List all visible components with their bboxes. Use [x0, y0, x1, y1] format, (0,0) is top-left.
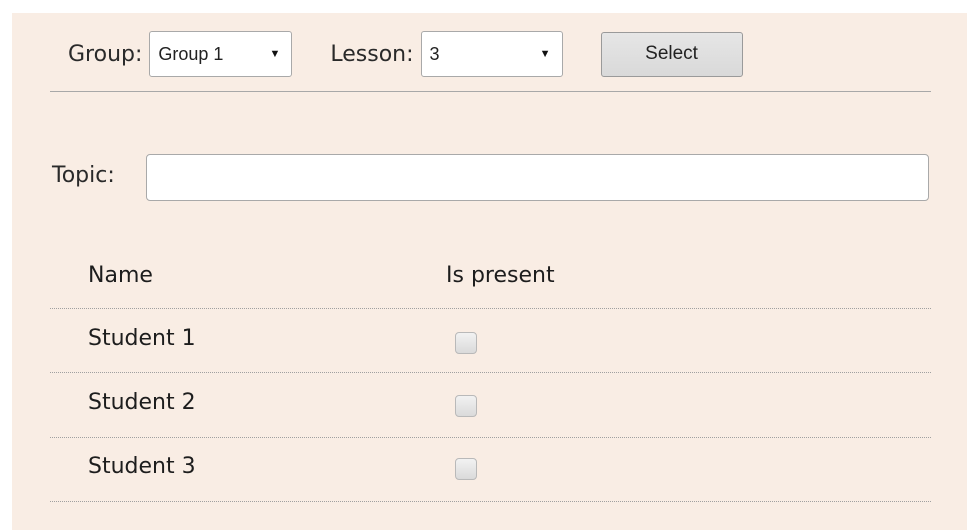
table-divider — [50, 437, 931, 438]
select-button[interactable]: Select — [600, 31, 743, 77]
student-name: Student 2 — [88, 390, 196, 415]
filter-toolbar: Group: Group 1 ▼ Lesson: 3 ▼ Select — [68, 31, 743, 77]
divider — [50, 91, 931, 92]
present-checkbox[interactable] — [455, 458, 477, 480]
table-divider — [50, 308, 931, 309]
chevron-down-icon: ▼ — [539, 48, 551, 60]
table-divider — [50, 501, 931, 502]
lesson-select[interactable]: 3 ▼ — [420, 31, 563, 77]
student-name: Student 1 — [88, 326, 196, 351]
lesson-label: Lesson: — [330, 41, 414, 67]
lesson-select-value: 3 — [429, 43, 440, 64]
group-select[interactable]: Group 1 ▼ — [149, 31, 293, 77]
present-checkbox[interactable] — [455, 395, 477, 417]
column-header-name: Name — [88, 263, 153, 288]
column-header-is-present: Is present — [446, 263, 555, 288]
student-name: Student 3 — [88, 454, 196, 479]
chevron-down-icon: ▼ — [269, 48, 281, 60]
table-divider — [50, 372, 931, 373]
group-label: Group: — [68, 41, 143, 67]
topic-label: Topic: — [52, 163, 115, 188]
group-select-value: Group 1 — [158, 43, 224, 64]
present-checkbox[interactable] — [455, 332, 477, 354]
topic-input[interactable] — [146, 154, 929, 201]
